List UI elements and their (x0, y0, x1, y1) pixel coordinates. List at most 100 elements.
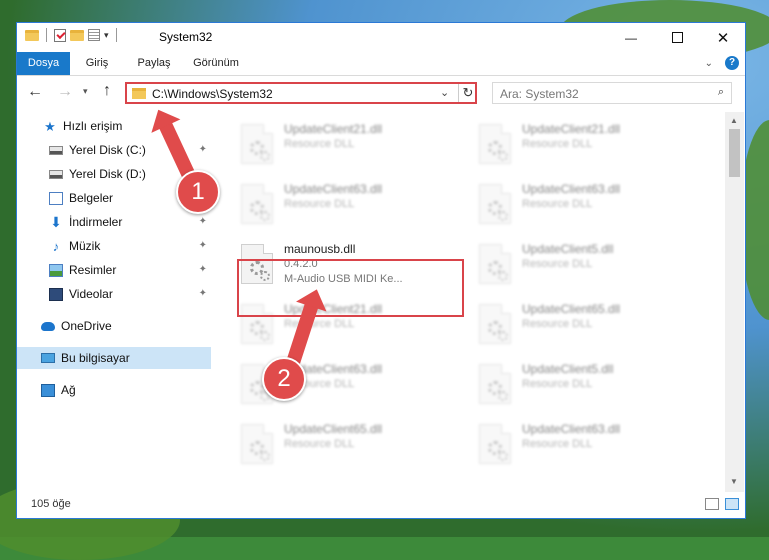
back-button[interactable]: ← (27, 83, 43, 101)
forward-button[interactable]: → (57, 83, 73, 101)
pin-icon[interactable]: ✦ (199, 288, 207, 299)
sidebar-item-label: Resimler (69, 263, 117, 277)
ribbon-controls: ⌄ ? (705, 56, 739, 70)
sidebar-item-music[interactable]: ♪ Müzik ✦ (17, 235, 211, 257)
file-item[interactable]: UpdateClient5.dll Resource DLL (475, 240, 695, 292)
search-input[interactable]: Ara: System32 ⌕ (492, 82, 732, 104)
drive-icon (49, 169, 63, 179)
file-name: UpdateClient65.dll (284, 422, 383, 436)
file-name: UpdateClient5.dll (522, 242, 614, 256)
file-item[interactable]: UpdateClient63.dll Resource DLL (237, 180, 457, 232)
file-item[interactable]: UpdateClient63.dll Resource DLL (475, 180, 695, 232)
scroll-thumb[interactable] (729, 129, 740, 177)
minimize-button[interactable]: — (608, 23, 654, 52)
expand-ribbon-icon[interactable]: ⌄ (705, 58, 713, 69)
file-description: Resource DLL (284, 438, 355, 450)
new-folder-icon[interactable] (70, 29, 84, 41)
sidebar-item-network[interactable]: Ağ (17, 379, 211, 401)
file-description: Resource DLL (522, 198, 593, 210)
computer-icon (41, 353, 55, 363)
address-dropdown-icon[interactable]: ⌄ (440, 86, 449, 99)
file-name: UpdateClient63.dll (522, 182, 621, 196)
file-description: Resource DLL (284, 138, 355, 150)
sidebar-item-label: Müzik (69, 239, 101, 253)
sidebar-item-label: İndirmeler (69, 215, 123, 229)
folder-icon[interactable] (25, 29, 39, 41)
up-button[interactable]: ↑ (103, 82, 111, 100)
file-name: UpdateClient63.dll (284, 182, 383, 196)
file-description: Resource DLL (522, 258, 593, 270)
tab-view[interactable]: Görünüm (185, 52, 247, 75)
pin-icon[interactable]: ✦ (199, 144, 207, 155)
file-item[interactable]: UpdateClient21.dll Resource DLL (475, 120, 695, 172)
file-item[interactable]: UpdateClient63.dll Resource DLL (475, 420, 695, 472)
sidebar-item-videos[interactable]: Videolar ✦ (17, 283, 211, 305)
file-description: Resource DLL (522, 438, 593, 450)
sidebar-item-quick-access[interactable]: ★ Hızlı erişim (17, 115, 211, 137)
file-description: Resource DLL (522, 138, 593, 150)
onedrive-icon (41, 321, 55, 331)
sidebar-item-label: Belgeler (69, 191, 114, 205)
ribbon-tabs: Dosya Giriş Paylaş Görünüm ⌄ ? (17, 52, 745, 76)
search-icon[interactable]: ⌕ (718, 86, 724, 99)
close-button[interactable]: ✕ (700, 23, 746, 52)
vertical-scrollbar[interactable]: ▲ ▼ (725, 112, 744, 492)
download-icon: ⬇ (50, 213, 62, 230)
item-count: 105 öğe (31, 498, 71, 510)
file-name: UpdateClient21.dll (522, 122, 621, 136)
sidebar-item-downloads[interactable]: ⬇ İndirmeler ✦ (17, 211, 211, 233)
status-bar: 105 öğe (17, 493, 745, 518)
sidebar-item-this-pc[interactable]: Bu bilgisayar (17, 347, 211, 369)
dll-file-icon (241, 184, 273, 224)
scroll-down-icon[interactable]: ▼ (730, 477, 738, 486)
sidebar-item-label: Videolar (69, 287, 113, 301)
scroll-up-icon[interactable]: ▲ (730, 116, 738, 125)
details-view-icon[interactable] (705, 498, 719, 510)
tab-file[interactable]: Dosya (17, 52, 70, 75)
highlight-box-file (237, 259, 464, 317)
large-icons-view-icon[interactable] (725, 498, 739, 510)
pictures-icon (49, 263, 63, 277)
pin-icon[interactable]: ✦ (199, 264, 207, 275)
recent-locations-dropdown[interactable]: ▾ (83, 86, 88, 97)
step-1-badge: 1 (176, 170, 220, 214)
window-title: System32 (159, 30, 213, 44)
search-placeholder: Ara: System32 (500, 87, 579, 101)
tab-share[interactable]: Paylaş (129, 52, 179, 75)
drive-icon (49, 145, 63, 155)
pin-icon[interactable]: ✦ (199, 240, 207, 251)
view-switcher (705, 498, 739, 510)
minimize-icon: — (625, 30, 637, 45)
file-item[interactable]: UpdateClient65.dll Resource DLL (475, 300, 695, 352)
pin-icon[interactable]: ✦ (199, 216, 207, 227)
documents-icon (49, 191, 63, 205)
file-name: UpdateClient65.dll (522, 302, 621, 316)
help-icon[interactable]: ? (725, 56, 739, 70)
folder-icon (132, 88, 146, 99)
sidebar-item-onedrive[interactable]: OneDrive (17, 315, 211, 337)
address-path[interactable]: C:\Windows\System32 (152, 87, 273, 101)
dll-file-icon (479, 124, 511, 164)
properties-check-icon[interactable] (54, 28, 66, 42)
file-item[interactable]: UpdateClient65.dll Resource DLL (237, 420, 457, 472)
navigation-bar: ← → ▾ ↑ C:\Windows\System32 ⌄ ↻ Ara: Sys… (17, 76, 745, 112)
rename-icon[interactable] (88, 29, 100, 41)
tab-home[interactable]: Giriş (77, 52, 117, 75)
sidebar-item-pictures[interactable]: Resimler ✦ (17, 259, 211, 281)
address-bar[interactable]: C:\Windows\System32 ⌄ ↻ (125, 82, 477, 104)
file-item[interactable]: UpdateClient21.dll Resource DLL (237, 120, 457, 172)
maximize-button[interactable] (654, 23, 700, 52)
sidebar-item-label: Yerel Disk (D:) (69, 167, 146, 181)
file-description: Resource DLL (522, 378, 593, 390)
maximize-icon (671, 32, 683, 43)
file-item[interactable]: UpdateClient5.dll Resource DLL (475, 360, 695, 412)
dll-file-icon (479, 184, 511, 224)
dll-file-icon (241, 124, 273, 164)
explorer-window: ▾ System32 — ✕ Dosya Giriş Paylaş Görünü… (16, 22, 746, 519)
dll-file-icon (479, 244, 511, 284)
dll-file-icon (241, 424, 273, 464)
sidebar-item-label: Hızlı erişim (63, 119, 123, 133)
sidebar-item-label: Ağ (61, 383, 76, 397)
refresh-button[interactable]: ↻ (458, 84, 477, 102)
customize-toolbar-dropdown[interactable]: ▾ (104, 30, 109, 41)
